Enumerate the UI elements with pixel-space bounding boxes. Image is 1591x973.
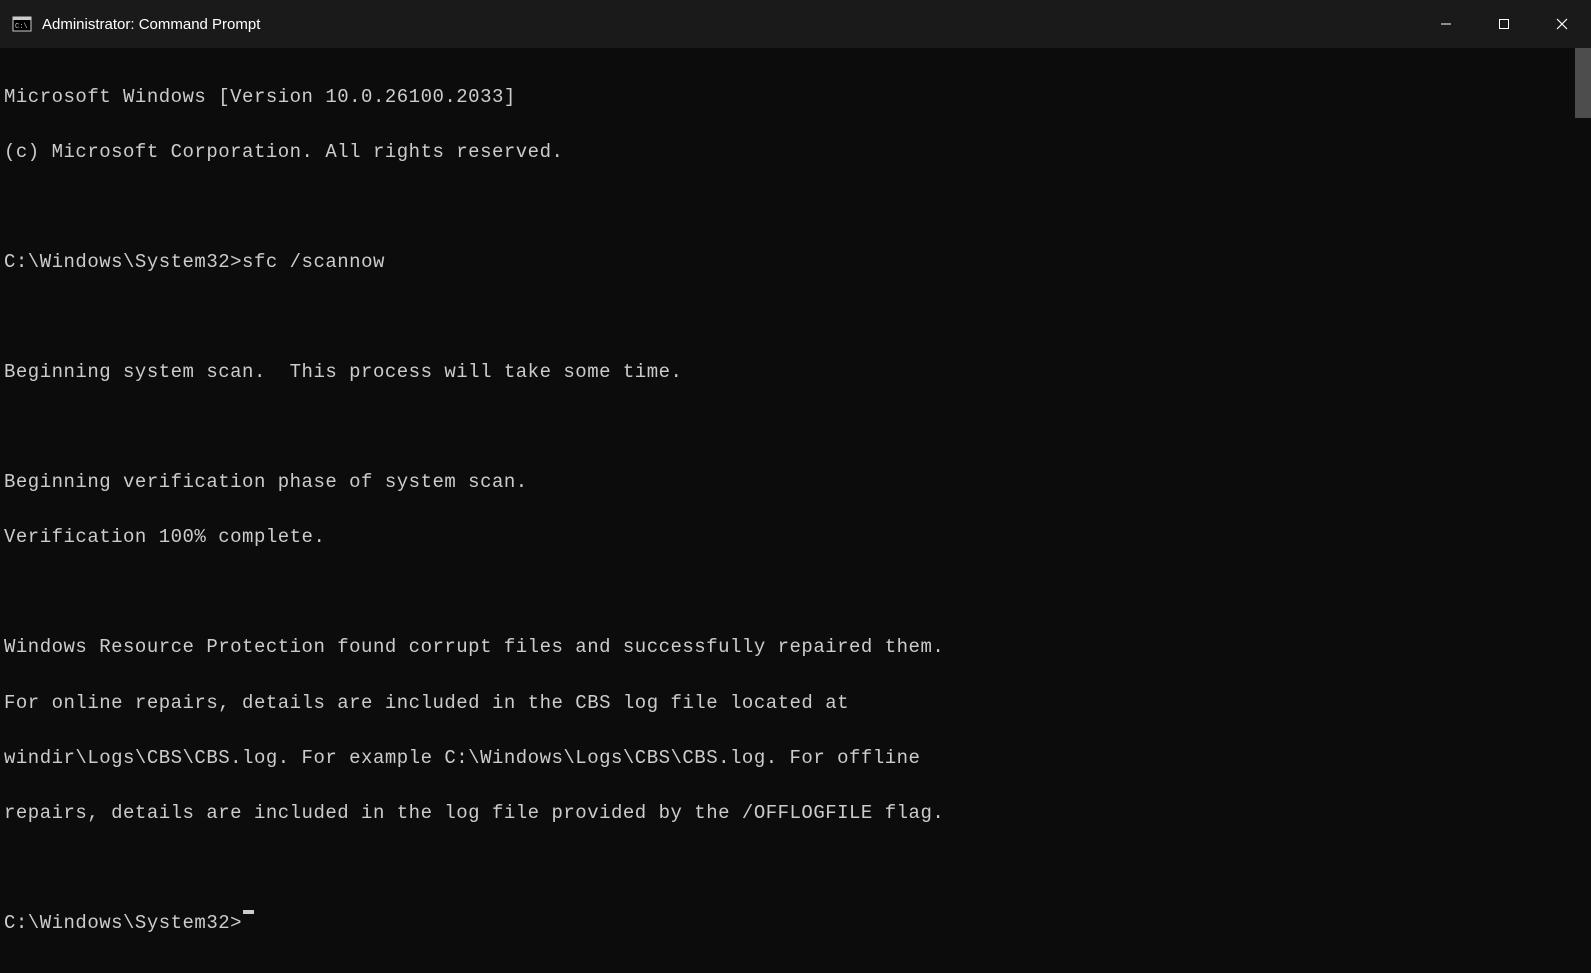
window-title: Administrator: Command Prompt xyxy=(42,16,260,33)
entered-command: sfc /scannow xyxy=(242,249,385,277)
titlebar-left: C:\ Administrator: Command Prompt xyxy=(12,14,260,34)
prompt: C:\Windows\System32> xyxy=(4,910,242,938)
prompt: C:\Windows\System32> xyxy=(4,249,242,277)
minimize-button[interactable] xyxy=(1417,0,1475,48)
command-line: C:\Windows\System32>sfc /scannow xyxy=(4,249,1587,277)
titlebar: C:\ Administrator: Command Prompt xyxy=(0,0,1591,48)
terminal-output[interactable]: Microsoft Windows [Version 10.0.26100.20… xyxy=(0,48,1591,973)
scrollbar-thumb[interactable] xyxy=(1575,48,1591,118)
cmd-icon: C:\ xyxy=(12,14,32,34)
blank-line xyxy=(4,855,1587,883)
output-line: Windows Resource Protection found corrup… xyxy=(4,634,1587,662)
output-line: Beginning system scan. This process will… xyxy=(4,359,1587,387)
maximize-button[interactable] xyxy=(1475,0,1533,48)
output-line: Beginning verification phase of system s… xyxy=(4,469,1587,497)
output-line: windir\Logs\CBS\CBS.log. For example C:\… xyxy=(4,745,1587,773)
svg-text:C:\: C:\ xyxy=(15,23,28,31)
close-button[interactable] xyxy=(1533,0,1591,48)
output-line: Microsoft Windows [Version 10.0.26100.20… xyxy=(4,84,1587,112)
cursor-icon xyxy=(243,910,254,914)
output-line: (c) Microsoft Corporation. All rights re… xyxy=(4,139,1587,167)
blank-line xyxy=(4,579,1587,607)
current-prompt-line[interactable]: C:\Windows\System32> xyxy=(4,910,1587,938)
output-line: For online repairs, details are included… xyxy=(4,690,1587,718)
blank-line xyxy=(4,194,1587,222)
output-line: Verification 100% complete. xyxy=(4,524,1587,552)
blank-line xyxy=(4,304,1587,332)
blank-line xyxy=(4,414,1587,442)
output-line: repairs, details are included in the log… xyxy=(4,800,1587,828)
window-controls xyxy=(1417,0,1591,48)
